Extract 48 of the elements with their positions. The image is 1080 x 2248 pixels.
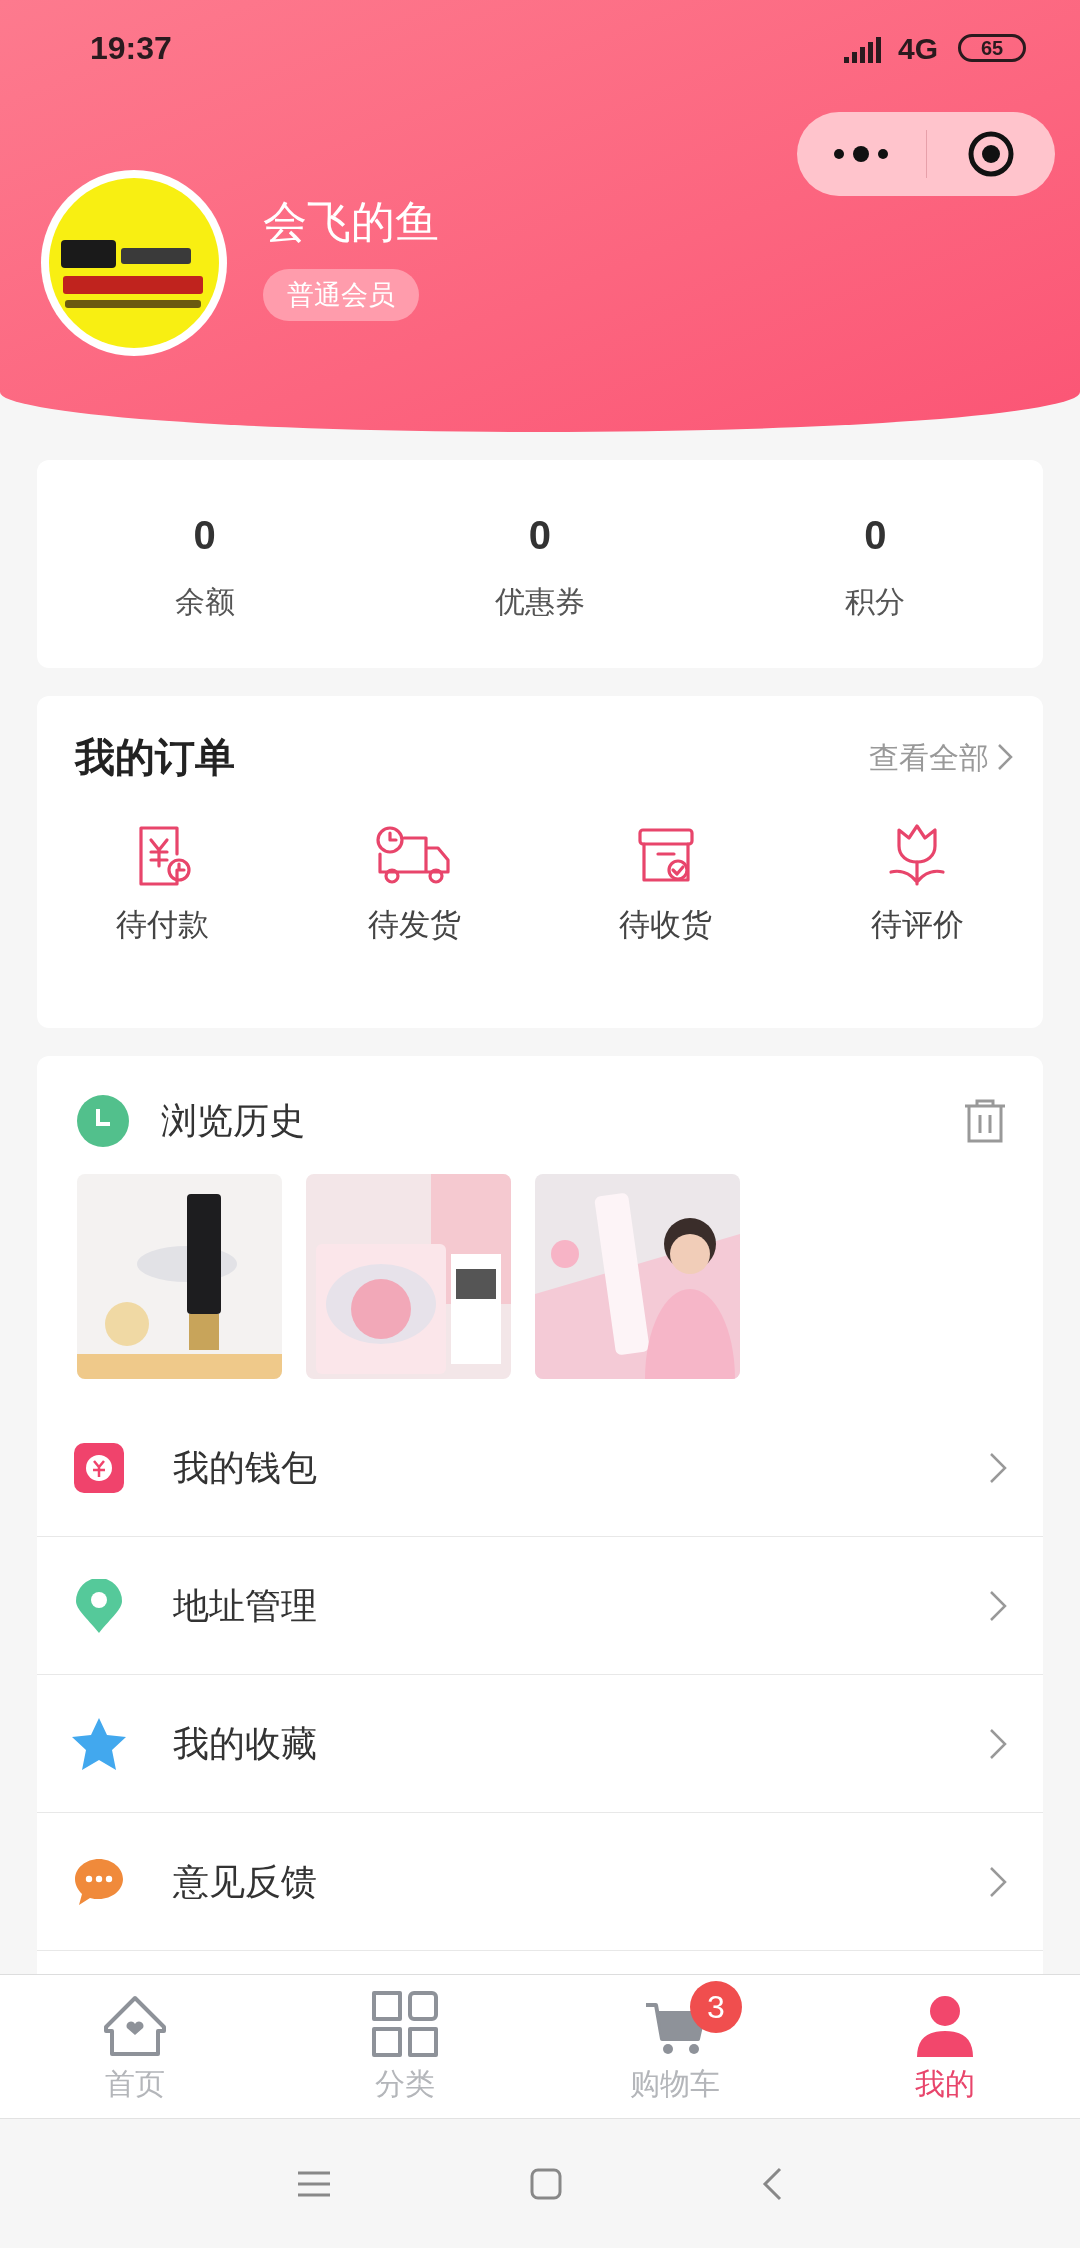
menu-row[interactable]: 意见反馈	[37, 1813, 1043, 1951]
order-status-button[interactable]: 待评价	[791, 818, 1043, 949]
delete-button[interactable]	[963, 1098, 1007, 1144]
stat-label: 余额	[174, 583, 235, 620]
status-time: 19:37	[90, 29, 172, 68]
stat-label: 优惠券	[495, 583, 585, 620]
order-status-label: 待收货	[619, 906, 713, 944]
home-square-icon[interactable]	[530, 2167, 562, 2200]
stat-value: 0	[528, 511, 552, 559]
tab[interactable]: 我的	[810, 1975, 1080, 2118]
orders-title: 我的订单	[75, 734, 235, 781]
chevron-right-icon	[997, 743, 1013, 771]
stat-value: 0	[864, 511, 887, 559]
order-status-button[interactable]: 待发货	[288, 818, 540, 949]
order-status-label: 待评价	[870, 906, 964, 944]
menu-row[interactable]: 我的钱包	[37, 1399, 1043, 1537]
order-status-button[interactable]: 待付款	[37, 818, 289, 949]
clock-icon	[77, 1095, 129, 1147]
grid-icon	[372, 1991, 438, 2057]
trash-icon	[963, 1098, 1007, 1144]
network-label: 4G	[897, 30, 938, 67]
user-name: 会飞的鱼	[263, 195, 439, 248]
chevron-right-icon	[989, 1727, 1007, 1760]
menu-row[interactable]: 地址管理	[37, 1537, 1043, 1675]
more-icon	[833, 146, 890, 162]
location-pin-icon	[76, 1578, 122, 1633]
order-status-button[interactable]: 待收货	[540, 818, 792, 949]
home-icon	[102, 1995, 168, 2057]
tab[interactable]: 3 购物车	[540, 1975, 810, 2118]
order-status-label: 待付款	[116, 906, 210, 944]
wallet-icon	[74, 1442, 124, 1493]
stat-label: 积分	[845, 583, 906, 620]
history-title: 浏览历史	[161, 1099, 306, 1143]
cart-count-badge: 3	[690, 1981, 742, 2033]
chevron-right-icon	[989, 1589, 1007, 1622]
order-status-label: 待发货	[367, 906, 461, 944]
person-icon	[917, 1995, 973, 2057]
stat-value: 0	[193, 511, 216, 559]
menu-icon[interactable]	[298, 2170, 330, 2197]
chevron-right-icon	[989, 1865, 1007, 1898]
member-badge: 普通会员	[263, 268, 419, 322]
menu-row[interactable]: 我的收藏	[37, 1675, 1043, 1813]
target-icon	[967, 131, 1014, 177]
battery-indicator: 65	[958, 34, 1026, 62]
chevron-right-icon	[989, 1451, 1007, 1484]
star-icon	[72, 1717, 126, 1770]
chat-bubble-icon	[75, 1858, 123, 1905]
back-icon[interactable]	[762, 2166, 782, 2201]
